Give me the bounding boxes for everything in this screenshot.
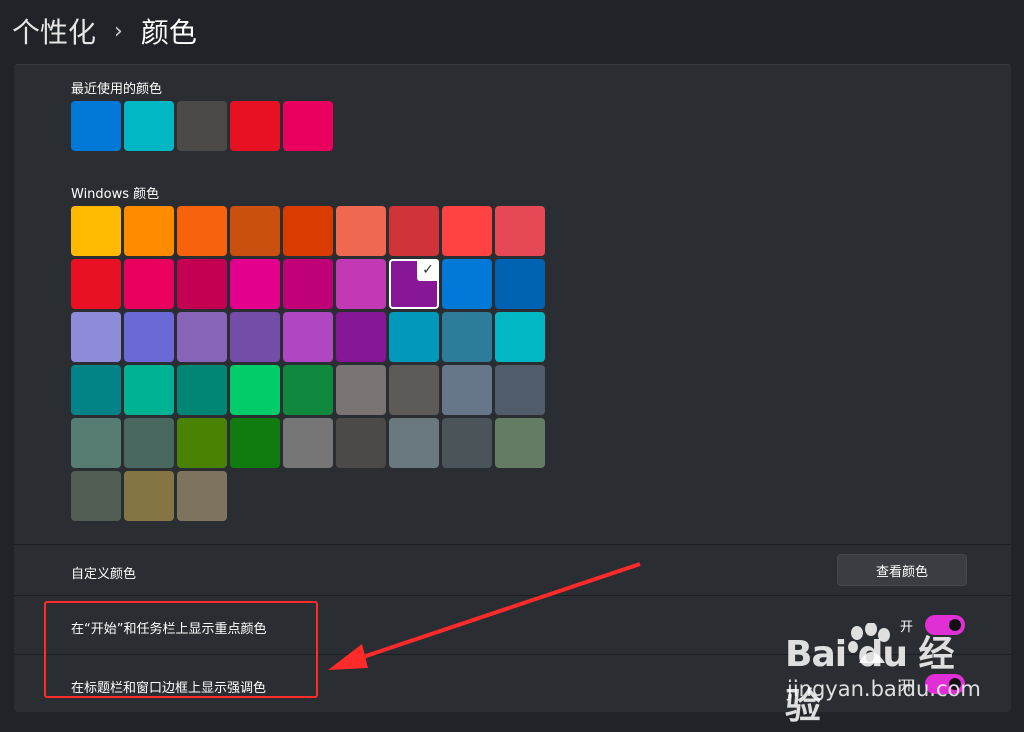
breadcrumb: 个性化 › 颜色 [0, 0, 1024, 62]
color-swatch[interactable] [336, 259, 386, 309]
color-swatch[interactable] [283, 365, 333, 415]
color-swatch[interactable] [230, 418, 280, 468]
recent-colors-row [71, 101, 336, 151]
windows-colors-row: ✓ [71, 259, 548, 309]
color-swatch[interactable] [71, 206, 121, 256]
color-swatch[interactable] [442, 418, 492, 468]
color-swatch[interactable] [71, 471, 121, 521]
annotation-highlight-box [44, 601, 318, 698]
color-swatch[interactable] [124, 365, 174, 415]
breadcrumb-separator: › [114, 18, 123, 44]
color-swatch[interactable] [230, 101, 280, 151]
checkmark-icon: ✓ [417, 259, 439, 281]
windows-colors-row [71, 312, 548, 362]
color-swatch[interactable] [495, 365, 545, 415]
color-swatch[interactable] [336, 418, 386, 468]
color-swatch[interactable] [71, 418, 121, 468]
color-swatch[interactable]: ✓ [389, 259, 439, 309]
view-colors-button[interactable]: 查看颜色 [837, 554, 967, 586]
color-swatch[interactable] [283, 259, 333, 309]
color-swatch[interactable] [442, 312, 492, 362]
color-swatch[interactable] [230, 259, 280, 309]
color-swatch[interactable] [389, 312, 439, 362]
watermark-url: jingyan.baidu.com [787, 677, 981, 701]
color-swatch[interactable] [495, 206, 545, 256]
color-swatch[interactable] [71, 365, 121, 415]
color-swatch[interactable] [124, 312, 174, 362]
color-swatch[interactable] [336, 206, 386, 256]
color-swatch[interactable] [177, 365, 227, 415]
baidu-watermark: Bai du 经验 jingyan.baidu.com [785, 623, 985, 727]
color-swatch[interactable] [177, 259, 227, 309]
color-swatch[interactable] [283, 206, 333, 256]
breadcrumb-personalization[interactable]: 个性化 [12, 11, 96, 51]
windows-colors-row [71, 418, 548, 468]
color-swatch[interactable] [124, 206, 174, 256]
color-swatch[interactable] [177, 471, 227, 521]
color-swatch[interactable] [124, 418, 174, 468]
windows-colors-row [71, 471, 230, 521]
color-swatch[interactable] [124, 471, 174, 521]
divider [14, 544, 1011, 545]
windows-colors-row [71, 365, 548, 415]
windows-colors-row [71, 206, 548, 256]
color-swatch[interactable] [177, 312, 227, 362]
color-swatch[interactable] [283, 101, 333, 151]
color-swatch[interactable] [336, 312, 386, 362]
color-swatch[interactable] [283, 418, 333, 468]
color-swatch[interactable] [442, 206, 492, 256]
color-swatch[interactable] [389, 365, 439, 415]
color-swatch[interactable] [442, 259, 492, 309]
color-swatch[interactable] [71, 312, 121, 362]
custom-colors-label: 自定义颜色 [71, 567, 137, 582]
annotation-arrow-icon [328, 562, 641, 670]
color-swatch[interactable] [442, 365, 492, 415]
color-swatch[interactable] [389, 206, 439, 256]
color-swatch[interactable] [283, 312, 333, 362]
color-swatch[interactable] [230, 365, 280, 415]
color-swatch[interactable] [124, 259, 174, 309]
color-swatch[interactable] [71, 101, 121, 151]
color-swatch[interactable] [230, 206, 280, 256]
color-swatch[interactable] [71, 259, 121, 309]
color-swatch[interactable] [177, 418, 227, 468]
color-swatch[interactable] [336, 365, 386, 415]
color-swatch[interactable] [495, 312, 545, 362]
recent-colors-label: 最近使用的颜色 [71, 82, 163, 97]
color-swatch[interactable] [177, 206, 227, 256]
color-swatch[interactable] [389, 418, 439, 468]
color-swatch[interactable] [495, 259, 545, 309]
color-swatch[interactable] [124, 101, 174, 151]
color-swatch[interactable] [177, 101, 227, 151]
color-swatch[interactable] [495, 418, 545, 468]
page-title: 颜色 [140, 16, 197, 49]
color-swatch[interactable] [230, 312, 280, 362]
settings-page: 个性化 › 颜色 最近使用的颜色 Windows 颜色 ✓ 自定义颜色 查看颜色… [0, 0, 1024, 732]
windows-colors-label: Windows 颜色 [71, 187, 160, 202]
